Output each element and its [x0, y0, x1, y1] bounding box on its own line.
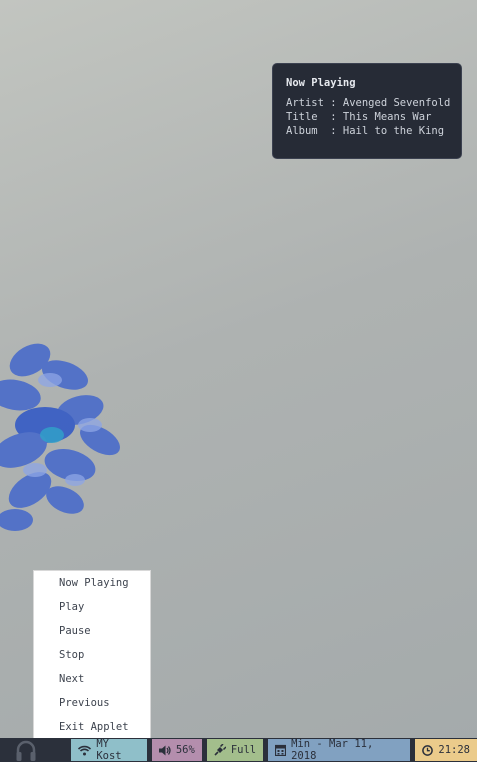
menu-item-next[interactable]: Next: [34, 667, 150, 691]
wifi-icon: [78, 745, 92, 755]
calendar-icon: [275, 744, 287, 756]
plug-icon: [214, 744, 226, 756]
battery-block[interactable]: Full: [206, 739, 264, 761]
now-playing-notification: Now Playing Artist : Avenged Sevenfold T…: [272, 63, 462, 159]
clock-block[interactable]: 21:28: [415, 739, 477, 761]
volume-icon: [158, 745, 171, 755]
notification-title: Now Playing: [286, 77, 356, 89]
clock-icon: [422, 744, 434, 756]
volume-label: 56%: [175, 744, 195, 756]
notification-album: Album : Hail to the King: [286, 125, 445, 137]
headphones-icon: [16, 740, 36, 761]
date-block[interactable]: Min - Mar 11, 2018: [268, 738, 411, 762]
menu-item-play[interactable]: Play: [34, 595, 150, 619]
menu-item-stop[interactable]: Stop: [34, 643, 150, 667]
wallpaper-flower: [0, 343, 120, 531]
menu-item-now-playing[interactable]: Now Playing: [34, 571, 150, 595]
wifi-block[interactable]: MY Kost: [71, 738, 147, 762]
date-label: Min - Mar 11, 2018: [291, 738, 374, 762]
menu-item-previous[interactable]: Previous: [34, 691, 150, 715]
notification-artist: Artist : Avenged Sevenfold: [286, 97, 451, 109]
volume-block[interactable]: 56%: [151, 739, 202, 761]
notification-title-line: Title : This Means War: [286, 111, 432, 123]
menu-item-pause[interactable]: Pause: [34, 619, 150, 643]
menu-item-exit-applet[interactable]: Exit Applet: [34, 715, 150, 739]
wifi-label: MY Kost: [96, 738, 122, 762]
clock-label: 21:28: [438, 744, 470, 756]
applet-menu: Now Playing Play Pause Stop Next Previou…: [33, 570, 151, 738]
tray-applet[interactable]: [14, 738, 71, 762]
status-bar: MY Kost 56% Full Min - Mar 11, 2018 21:2…: [0, 738, 477, 762]
battery-label: Full: [230, 744, 257, 756]
